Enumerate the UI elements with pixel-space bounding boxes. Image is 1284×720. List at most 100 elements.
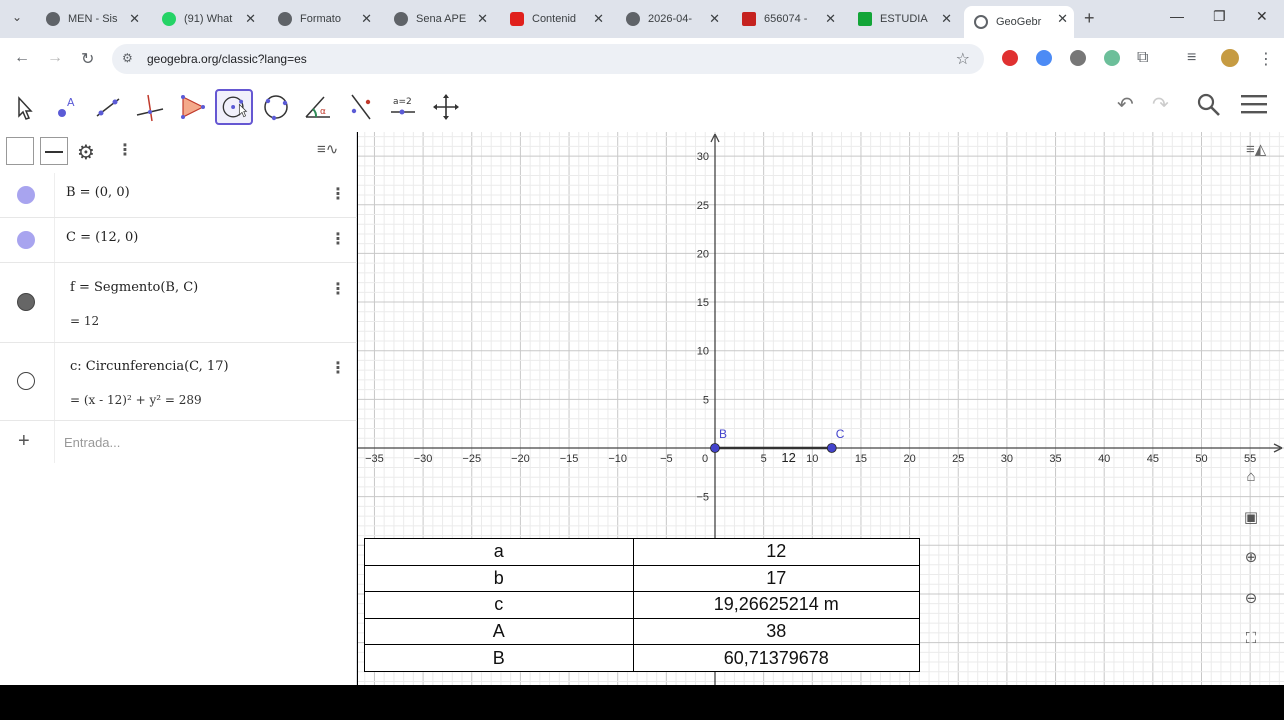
browser-address-bar: ← → ↻ ⚙ geogebra.org/classic?lang=es ☆ ⧉… — [0, 38, 1284, 80]
cursor-arrow-icon — [18, 96, 33, 120]
browser-tab[interactable]: 656074 - ✕ — [732, 6, 842, 32]
slider-tool-button[interactable]: a=2 — [384, 89, 422, 125]
undo-icon[interactable]: ↶ — [1117, 92, 1134, 117]
circle-three-points-tool-button[interactable] — [257, 89, 295, 125]
search-icon[interactable] — [1196, 92, 1222, 123]
extension-icon[interactable] — [1036, 50, 1052, 66]
zoom-out-icon[interactable]: ⊖ — [1238, 589, 1264, 615]
item-menu-icon[interactable]: ⋮ — [330, 184, 346, 204]
color-swatch-button[interactable] — [6, 137, 34, 165]
bookmark-star-icon[interactable]: ☆ — [956, 49, 970, 69]
close-tab-icon[interactable]: ✕ — [245, 11, 256, 27]
zoom-in-icon[interactable]: ⊕ — [1238, 548, 1264, 574]
tab-search-chevron-icon[interactable]: ⌄ — [12, 10, 22, 24]
table-row: B 60,71379678 — [365, 644, 919, 671]
redo-icon[interactable]: ↷ — [1152, 92, 1169, 117]
fullscreen-icon[interactable]: ⛶ — [1238, 630, 1264, 656]
x-tick-label: −25 — [462, 453, 481, 465]
browser-tab-bar: ⌄ MEN - Sis ✕ (91) What ✕ Formato ✕ Sena… — [0, 0, 1284, 38]
line-icon — [96, 98, 120, 117]
reload-icon[interactable]: ↻ — [81, 49, 94, 69]
hamburger-menu-icon[interactable] — [1240, 92, 1268, 121]
more-options-icon[interactable]: ⋮ — [117, 140, 133, 160]
avatar[interactable] — [1221, 49, 1239, 67]
new-tab-button[interactable]: + — [1084, 8, 1095, 29]
browser-tab[interactable]: Contenid ✕ — [500, 6, 610, 32]
algebra-sort-icon[interactable]: ≡∿ — [317, 140, 338, 158]
close-tab-icon[interactable]: ✕ — [593, 11, 604, 27]
close-tab-icon[interactable]: ✕ — [825, 11, 836, 27]
close-tab-icon[interactable]: ✕ — [941, 11, 952, 27]
algebra-input[interactable]: Entrada... — [64, 435, 120, 450]
add-icon[interactable]: + — [18, 430, 30, 453]
algebra-item[interactable]: f = Segmento(B, C) = 12 ⋮ — [0, 263, 357, 343]
x-tick-label: −20 — [511, 453, 530, 465]
extension-icon[interactable] — [1070, 50, 1086, 66]
move-tool-button[interactable] — [4, 89, 42, 125]
gear-icon[interactable]: ⚙ — [77, 140, 95, 165]
browser-tab[interactable]: ESTUDIA ✕ — [848, 6, 958, 32]
algebra-definition: c: Circunferencia(C, 17) — [70, 359, 229, 374]
item-menu-icon[interactable]: ⋮ — [330, 279, 346, 299]
visibility-marker[interactable] — [17, 186, 35, 204]
close-window-icon[interactable]: ✕ — [1256, 8, 1268, 25]
back-icon[interactable]: ← — [14, 49, 30, 67]
circle-center-point-icon — [222, 96, 248, 118]
angle-tool-button[interactable]: α — [300, 89, 338, 125]
close-tab-icon[interactable]: ✕ — [361, 11, 372, 27]
line-style-button[interactable] — [40, 137, 68, 165]
x-tick-label: 20 — [903, 453, 915, 465]
toggle-axes-grid-icon[interactable]: ▣ — [1238, 508, 1264, 534]
algebra-value: = 12 — [70, 314, 100, 328]
browser-tab-active[interactable]: GeoGebr ✕ — [964, 6, 1074, 38]
minimize-icon[interactable]: — — [1170, 8, 1184, 24]
move-view-tool-button[interactable] — [427, 89, 465, 125]
angle-icon: α — [305, 96, 330, 118]
browser-tab[interactable]: Formato ✕ — [268, 6, 378, 32]
algebra-item[interactable]: B = (0, 0) ⋮ — [0, 173, 357, 218]
table-cell-label: b — [365, 565, 634, 593]
extensions-puzzle-icon[interactable]: ⧉ — [1137, 49, 1148, 67]
reflect-tool-button[interactable] — [342, 89, 380, 125]
point-tool-button[interactable]: A — [47, 89, 85, 125]
algebra-item[interactable]: c: Circunferencia(C, 17) = (x - 12)² + y… — [0, 343, 357, 421]
circle-three-points-icon — [264, 95, 288, 121]
url-field[interactable]: ⚙ geogebra.org/classic?lang=es ☆ — [112, 44, 984, 74]
x-tick-label: 0 — [702, 453, 708, 465]
x-tick-label: 40 — [1098, 453, 1110, 465]
browser-menu-icon[interactable]: ⋮ — [1258, 49, 1274, 69]
close-tab-icon[interactable]: ✕ — [477, 11, 488, 27]
perpendicular-tool-button[interactable] — [131, 89, 169, 125]
extension-icon[interactable] — [1002, 50, 1018, 66]
item-menu-icon[interactable]: ⋮ — [330, 229, 346, 249]
home-icon[interactable]: ⌂ — [1238, 468, 1264, 494]
graphics-style-bar-icon[interactable]: ≡◭ — [1246, 140, 1266, 158]
close-tab-icon[interactable]: ✕ — [129, 11, 140, 27]
x-tick-label: 35 — [1049, 453, 1061, 465]
row-divider — [54, 343, 55, 420]
algebra-view: ⚙ ⋮ ≡∿ B = (0, 0) ⋮ C = (12, 0) ⋮ f = Se… — [0, 132, 357, 685]
y-tick-label: 25 — [697, 200, 709, 212]
restore-icon[interactable]: ❐ — [1213, 8, 1226, 25]
close-tab-icon[interactable]: ✕ — [709, 11, 720, 27]
media-control-icon[interactable]: ≡ — [1187, 49, 1196, 67]
line-tool-button[interactable] — [89, 89, 127, 125]
polygon-tool-button[interactable] — [173, 89, 211, 125]
globe-icon — [394, 12, 408, 26]
browser-tab[interactable]: Sena APE ✕ — [384, 6, 494, 32]
forward-icon[interactable]: → — [47, 49, 63, 67]
browser-tab[interactable]: 2026-04- ✕ — [616, 6, 726, 32]
circle-center-point-tool-button[interactable] — [215, 89, 253, 125]
browser-tab[interactable]: MEN - Sis ✕ — [36, 6, 146, 32]
algebra-input-row[interactable]: + Entrada... — [0, 421, 357, 463]
row-divider — [54, 173, 55, 217]
browser-tab[interactable]: (91) What ✕ — [152, 6, 262, 32]
visibility-marker[interactable] — [17, 372, 35, 390]
visibility-marker[interactable] — [17, 293, 35, 311]
visibility-marker[interactable] — [17, 231, 35, 249]
algebra-item[interactable]: C = (12, 0) ⋮ — [0, 218, 357, 263]
site-settings-icon[interactable]: ⚙ — [122, 51, 133, 65]
item-menu-icon[interactable]: ⋮ — [330, 358, 346, 378]
extension-icon[interactable] — [1104, 50, 1120, 66]
close-tab-icon[interactable]: ✕ — [1057, 11, 1068, 27]
